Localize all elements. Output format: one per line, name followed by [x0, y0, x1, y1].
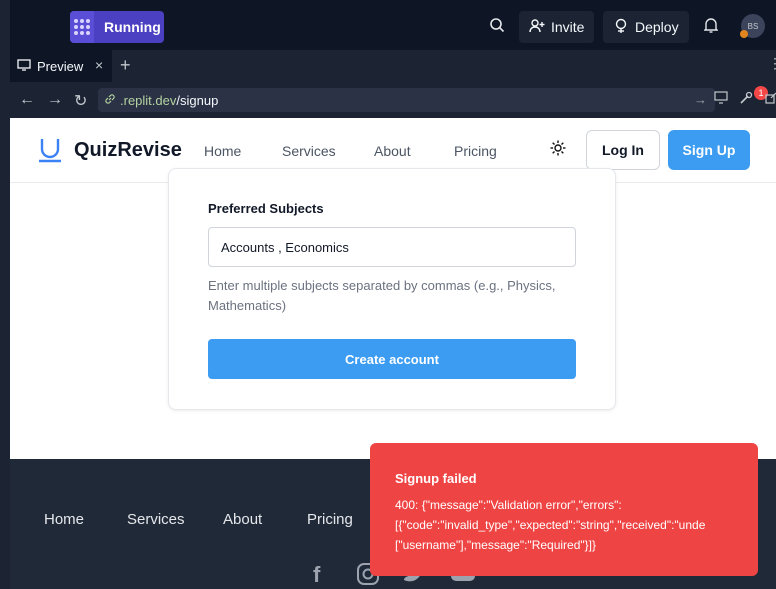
more-vertical-icon[interactable]: ⋮: [768, 55, 776, 72]
tab-preview-label: Preview: [37, 58, 84, 74]
toast-title: Signup failed: [395, 471, 477, 486]
plus-icon[interactable]: +: [120, 55, 131, 76]
footer-link-about[interactable]: About: [223, 511, 262, 528]
preview-page: QuizRevise Home Services About Pricing L…: [10, 118, 776, 589]
run-grid-icon: [70, 11, 94, 43]
run-label: Running: [104, 19, 161, 35]
nav-about[interactable]: About: [374, 143, 411, 159]
subjects-help-text: Enter multiple subjects separated by com…: [208, 278, 556, 313]
deploy-icon: [613, 18, 629, 37]
toast-message: 400: {"message":"Validation error","erro…: [395, 498, 706, 552]
error-toast[interactable]: Signup failed 400: {"message":"Validatio…: [370, 443, 758, 576]
run-button[interactable]: Running: [70, 11, 164, 43]
subjects-label: Preferred Subjects: [208, 201, 324, 216]
bell-icon[interactable]: [700, 14, 722, 36]
signup-button[interactable]: Sign Up: [668, 130, 750, 170]
url-host: .replit.dev: [120, 92, 177, 108]
close-icon[interactable]: ×: [95, 57, 103, 73]
forward-arrow-icon[interactable]: →: [47, 91, 63, 109]
footer-link-home[interactable]: Home: [44, 511, 84, 528]
address-bar: ← → ↻ .replit.dev/signup → 1: [10, 82, 776, 118]
refresh-icon[interactable]: ↻: [74, 91, 87, 111]
subjects-input[interactable]: Accounts , Economics: [208, 227, 576, 267]
nav-home[interactable]: Home: [204, 143, 241, 159]
facebook-icon[interactable]: f: [313, 562, 320, 588]
brand-name[interactable]: QuizRevise: [74, 139, 182, 162]
back-arrow-icon[interactable]: ←: [19, 91, 35, 109]
tab-strip: Preview × + ⋮: [10, 50, 776, 82]
create-account-button[interactable]: Create account: [208, 339, 576, 379]
avatar-status-dot: [740, 30, 748, 38]
footer-link-pricing[interactable]: Pricing: [307, 511, 353, 528]
replit-topbar: Running Invite Deploy BS: [0, 0, 776, 50]
devices-icon[interactable]: [714, 91, 728, 107]
go-arrow-icon[interactable]: →: [694, 92, 707, 107]
invite-button[interactable]: Invite: [519, 11, 595, 43]
sun-icon[interactable]: [550, 140, 566, 161]
nav-pricing[interactable]: Pricing: [454, 143, 497, 159]
nav-services[interactable]: Services: [282, 143, 336, 159]
add-user-icon: [529, 18, 545, 37]
screen: Running Invite Deploy BS Preview × + ⋮ ←…: [0, 0, 776, 589]
devtools-wrench-icon[interactable]: [739, 91, 753, 108]
url-path: /signup: [176, 92, 219, 108]
open-external-icon[interactable]: [765, 91, 776, 107]
login-button[interactable]: Log In: [586, 130, 660, 170]
logo-icon[interactable]: [38, 137, 62, 163]
link-icon: [104, 93, 116, 108]
invite-label: Invite: [551, 19, 585, 35]
left-panel-edge: [0, 0, 10, 589]
footer-link-services[interactable]: Services: [127, 511, 185, 528]
deploy-button[interactable]: Deploy: [603, 11, 689, 43]
avatar-initials: BS: [747, 21, 759, 31]
deploy-label: Deploy: [635, 19, 679, 35]
search-icon[interactable]: [486, 14, 508, 36]
monitor-icon: [17, 58, 31, 74]
url-input[interactable]: .replit.dev/signup →: [98, 88, 715, 112]
